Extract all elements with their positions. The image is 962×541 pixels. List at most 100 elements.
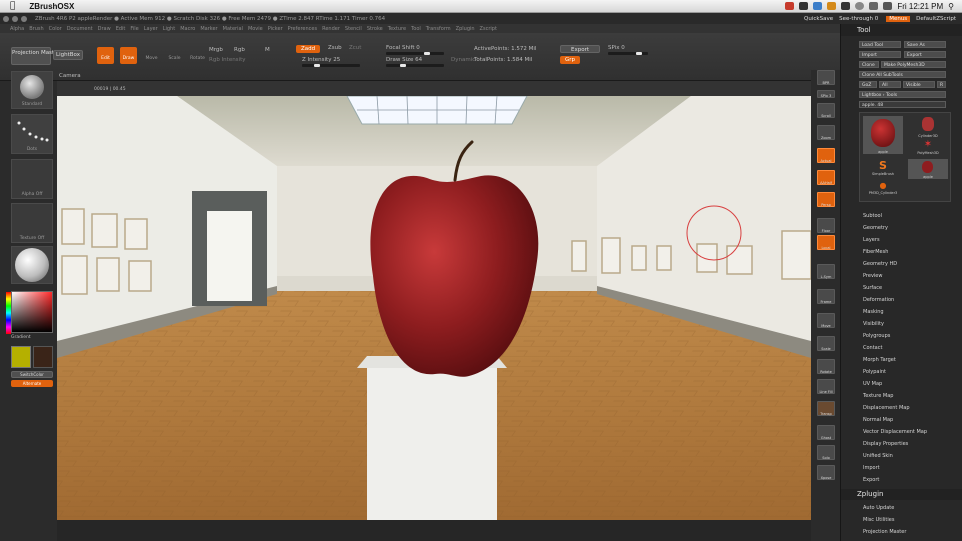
- texture-thumbnail[interactable]: Texture Off: [11, 203, 53, 243]
- menu-stroke[interactable]: Stroke: [367, 26, 383, 32]
- see-through-slider[interactable]: See-through 0: [839, 16, 878, 22]
- section-geometry[interactable]: Geometry: [863, 225, 888, 231]
- brush-thumbnail[interactable]: Standard: [11, 71, 53, 109]
- document-canvas[interactable]: [57, 96, 811, 520]
- zplugin-header[interactable]: Zplugin: [841, 489, 962, 500]
- menu-preferences[interactable]: Preferences: [288, 26, 317, 32]
- section-layers[interactable]: Layers: [863, 237, 880, 243]
- menus-toggle[interactable]: Menus: [886, 15, 911, 22]
- projection-master-button[interactable]: Projection Master: [11, 47, 60, 65]
- volume-icon[interactable]: [883, 2, 893, 10]
- menu-color[interactable]: Color: [49, 26, 62, 32]
- frame-button[interactable]: Frame: [817, 289, 835, 304]
- transp-button[interactable]: Transp: [817, 401, 835, 416]
- menu-zscript[interactable]: Zscript: [480, 26, 497, 32]
- status-icon-blue[interactable]: [813, 2, 823, 10]
- tool-thumb-apple-2[interactable]: apple: [908, 159, 948, 179]
- menu-render[interactable]: Render: [322, 26, 340, 32]
- zoom-button[interactable]: Zoom: [817, 125, 835, 140]
- section-normal-map[interactable]: Normal Map: [863, 417, 893, 423]
- section-deformation[interactable]: Deformation: [863, 297, 894, 303]
- menu-light[interactable]: Light: [163, 26, 175, 32]
- rgb-toggle[interactable]: Rgb: [234, 47, 245, 53]
- quicksave-button[interactable]: QuickSave: [804, 16, 833, 22]
- tool-palette-header[interactable]: Tool: [841, 24, 962, 36]
- minimize-window-icon[interactable]: [12, 15, 18, 22]
- zcut-toggle[interactable]: Zcut: [349, 45, 361, 51]
- zadd-toggle[interactable]: Zadd: [296, 45, 320, 53]
- section-polygroups[interactable]: Polygroups: [863, 333, 890, 339]
- section-fibermesh[interactable]: FiberMesh: [863, 249, 888, 255]
- section-masking[interactable]: Masking: [863, 309, 884, 315]
- m-toggle[interactable]: M: [265, 47, 270, 53]
- tool-thumb-apple[interactable]: apple: [863, 116, 903, 154]
- scale-mode-button[interactable]: Scale: [166, 47, 183, 64]
- menu-texture[interactable]: Texture: [388, 26, 406, 32]
- solo-button[interactable]: Solo: [817, 445, 835, 460]
- goz-r-button[interactable]: R: [937, 81, 946, 88]
- menu-material[interactable]: Material: [223, 26, 243, 32]
- persp-button[interactable]: Persp: [817, 192, 835, 207]
- current-tool-slider[interactable]: apple. 48: [859, 101, 946, 108]
- draw-mode-button[interactable]: Draw: [120, 47, 137, 64]
- section-uv-map[interactable]: UV Map: [863, 381, 882, 387]
- menu-transform[interactable]: Transform: [426, 26, 451, 32]
- default-zscript-button[interactable]: DefaultZScript: [916, 16, 956, 22]
- zsub-toggle[interactable]: Zsub: [328, 45, 342, 51]
- menu-alpha[interactable]: Alpha: [10, 26, 24, 32]
- spix-slider[interactable]: [608, 52, 648, 55]
- clone-button[interactable]: Clone: [859, 61, 879, 68]
- menu-edit[interactable]: Edit: [116, 26, 126, 32]
- menu-layer[interactable]: Layer: [144, 26, 158, 32]
- stroke-thumbnail[interactable]: Dots: [11, 114, 53, 154]
- draw-size-knob[interactable]: [400, 64, 406, 67]
- section-surface[interactable]: Surface: [863, 285, 882, 291]
- tool-thumb-polymesh[interactable]: ✶ PolyMesh3D: [908, 139, 948, 157]
- scroll-button[interactable]: Scroll: [817, 103, 835, 118]
- menu-zplugin[interactable]: Zplugin: [456, 26, 475, 32]
- focal-shift-knob[interactable]: [424, 52, 430, 55]
- lightbox-tools-button[interactable]: Lightbox › Tools: [859, 91, 946, 98]
- section-morph-target[interactable]: Morph Target: [863, 357, 896, 363]
- menu-picker[interactable]: Picker: [268, 26, 283, 32]
- z-intensity-knob[interactable]: [314, 64, 320, 67]
- actual-button[interactable]: Actual: [817, 148, 835, 163]
- lsym-button[interactable]: L.Sym: [817, 264, 835, 279]
- zplugin-misc-utilities[interactable]: Misc Utilities: [863, 517, 894, 523]
- menu-stencil[interactable]: Stencil: [345, 26, 362, 32]
- rotate-mode-button[interactable]: Rotate: [189, 47, 206, 64]
- z-intensity-slider[interactable]: [302, 64, 360, 67]
- clock-icon[interactable]: [855, 2, 865, 10]
- export-tool-button[interactable]: Export: [904, 51, 946, 58]
- bpr-button[interactable]: BPR: [817, 70, 835, 85]
- alpha-thumbnail[interactable]: Alpha Off: [11, 159, 53, 199]
- section-preview[interactable]: Preview: [863, 273, 882, 279]
- tool-thumb-simplebrush[interactable]: S SimpleBrush: [863, 159, 903, 179]
- menu-file[interactable]: File: [130, 26, 138, 32]
- secondary-color-swatch[interactable]: [33, 346, 53, 368]
- menu-marker[interactable]: Marker: [200, 26, 217, 32]
- goz-button[interactable]: GoZ: [859, 81, 877, 88]
- dynamic-toggle[interactable]: Dynamic: [451, 57, 475, 63]
- menu-movie[interactable]: Movie: [248, 26, 263, 32]
- menu-document[interactable]: Document: [67, 26, 93, 32]
- apple-menu-icon[interactable]: : [10, 1, 15, 11]
- section-geometry-hd[interactable]: Geometry HD: [863, 261, 897, 267]
- rgb-intensity-slider[interactable]: Rgb Intensity: [209, 57, 246, 63]
- hue-strip[interactable]: [6, 292, 11, 334]
- primary-color-swatch[interactable]: [11, 346, 31, 368]
- status-icon-orange[interactable]: [827, 2, 837, 10]
- ghost-button[interactable]: Ghost: [817, 425, 835, 440]
- spix-knob[interactable]: [636, 52, 642, 55]
- edit-mode-button[interactable]: Edit: [97, 47, 114, 64]
- section-displacement-map[interactable]: Displacement Map: [863, 405, 910, 411]
- menu-tool[interactable]: Tool: [411, 26, 421, 32]
- alternate-button[interactable]: Alternate: [11, 380, 53, 387]
- make-polymesh-button[interactable]: Make PolyMesh3D: [881, 61, 946, 68]
- section-visibility[interactable]: Visibility: [863, 321, 884, 327]
- zplugin-projection-master[interactable]: Projection Master: [863, 529, 906, 535]
- import-tool-button[interactable]: Import: [859, 51, 901, 58]
- tool-thumb-cylinder[interactable]: Cylinder3D: [908, 116, 948, 138]
- status-icon-grid[interactable]: [841, 2, 851, 10]
- rotate-button[interactable]: Rotate: [817, 359, 835, 374]
